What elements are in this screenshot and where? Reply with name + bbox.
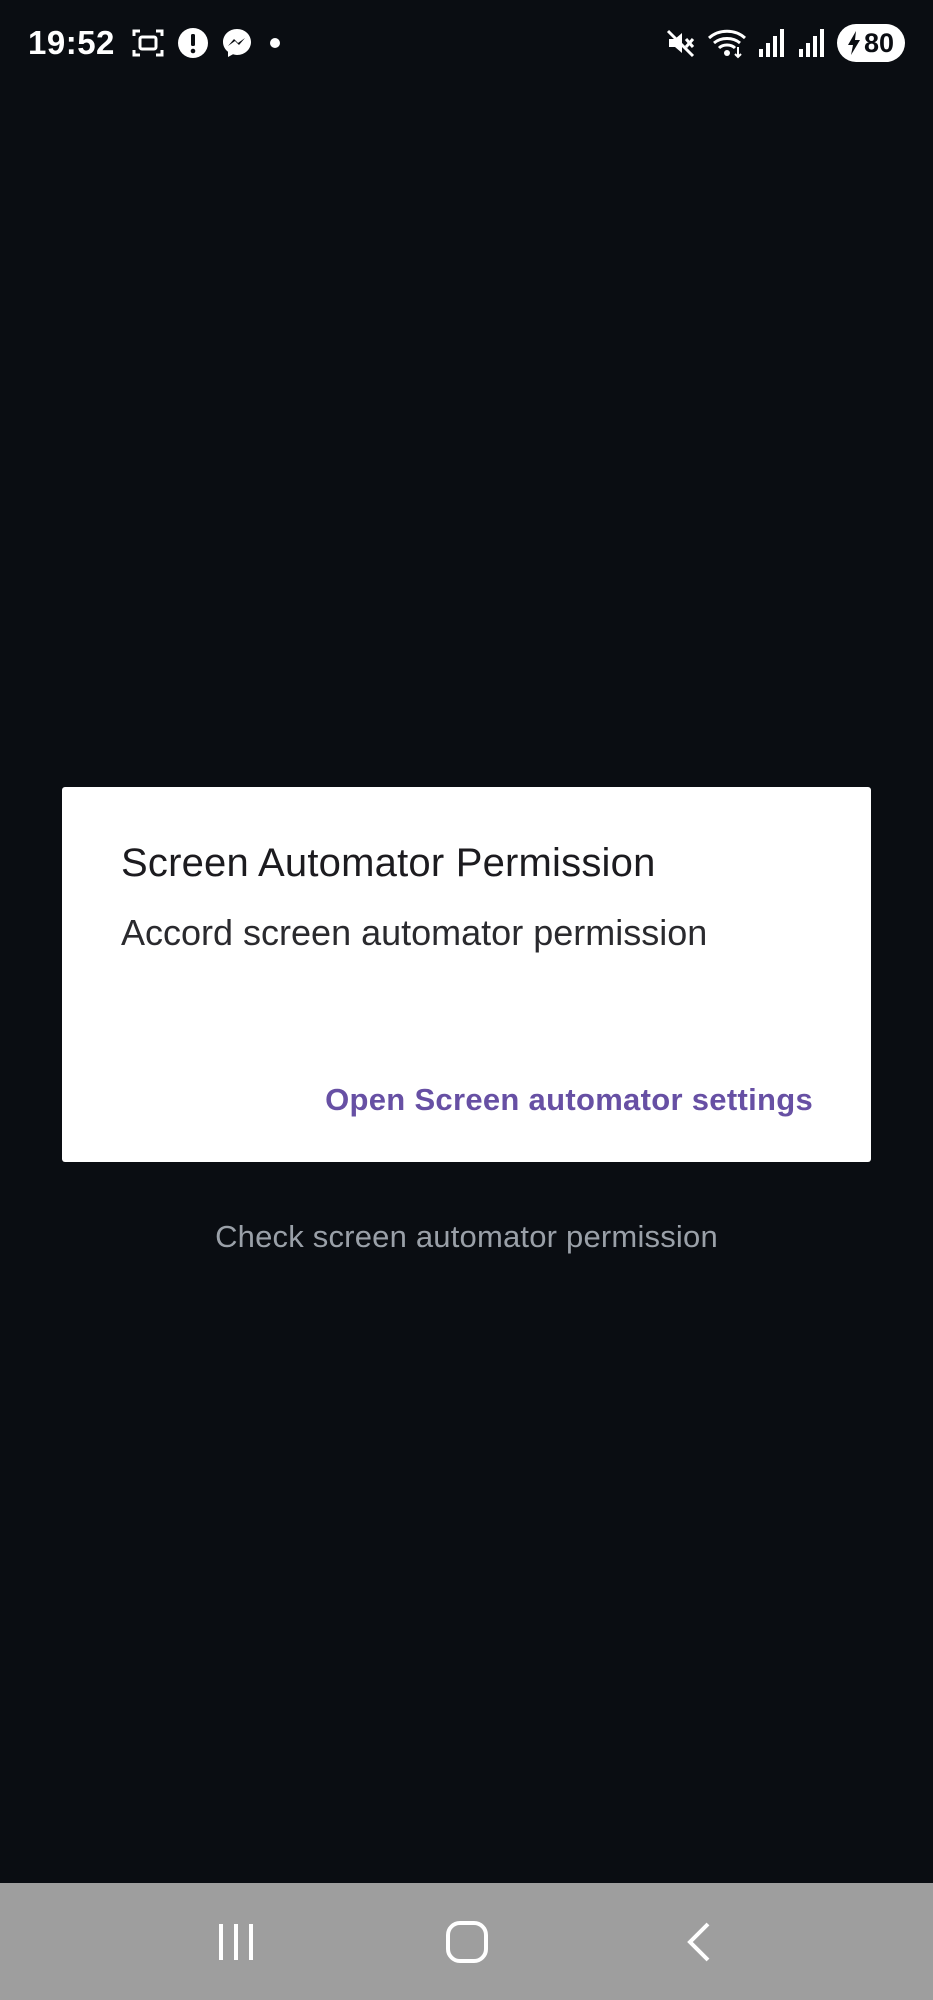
status-time: 19:52	[28, 24, 115, 61]
back-icon	[682, 1920, 714, 1964]
screenshot-icon	[131, 27, 165, 59]
permission-dialog: Screen Automator Permission Accord scree…	[62, 787, 871, 1162]
messenger-icon	[221, 27, 253, 59]
wifi-icon	[707, 27, 747, 59]
battery-level: 80	[863, 27, 895, 58]
battery-indicator: 80	[837, 24, 905, 62]
dialog-title: Screen Automator Permission	[121, 841, 656, 885]
back-button[interactable]	[648, 1897, 748, 1987]
status-right: 80	[665, 24, 905, 62]
open-settings-button[interactable]: Open Screen automator settings	[325, 1082, 813, 1118]
navigation-bar	[0, 1883, 933, 2000]
check-permission-button[interactable]: Check screen automator permission	[0, 1219, 933, 1255]
signal-icon	[757, 27, 787, 59]
signal-icon	[797, 27, 827, 59]
mute-icon	[665, 27, 697, 59]
alert-icon	[177, 27, 209, 59]
home-icon	[445, 1920, 489, 1964]
status-bar: 19:52 80	[0, 0, 933, 86]
status-left: 19:52	[28, 24, 285, 62]
recents-icon	[215, 1922, 257, 1962]
recents-button[interactable]	[186, 1897, 286, 1987]
home-button[interactable]	[417, 1897, 517, 1987]
charging-icon	[846, 30, 862, 56]
dot-icon	[265, 33, 285, 53]
dialog-message: Accord screen automator permission	[121, 912, 708, 953]
